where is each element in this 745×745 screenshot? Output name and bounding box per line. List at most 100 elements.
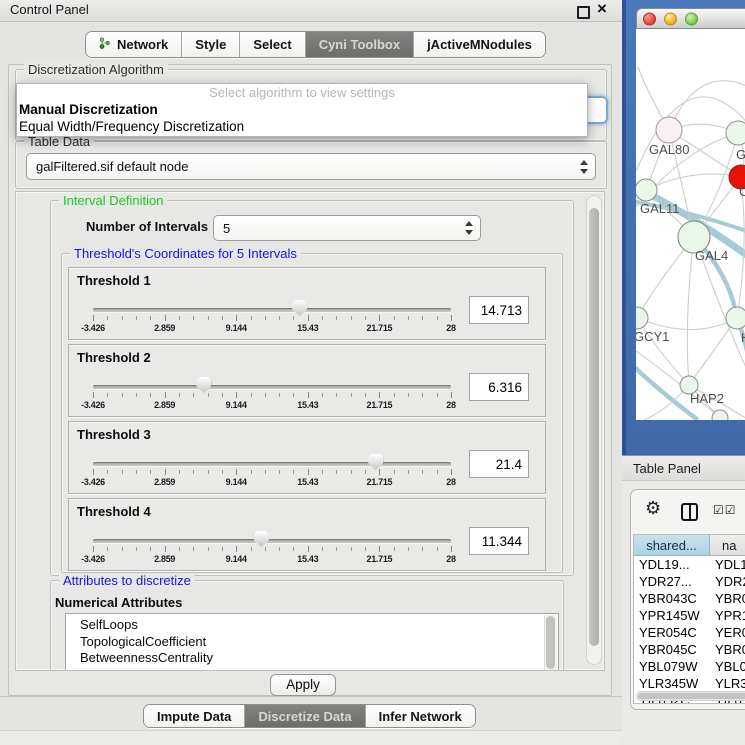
scrollbar-thumb[interactable]	[589, 208, 599, 646]
group-title: Discretization Algorithm	[24, 62, 168, 77]
network-node[interactable]	[656, 117, 682, 143]
network-node[interactable]	[726, 121, 745, 145]
tab-impute-data[interactable]: Impute Data	[144, 705, 244, 727]
number-of-intervals-combobox[interactable]: 5	[213, 215, 481, 241]
column-layout-icon[interactable]	[681, 503, 698, 521]
cell-shared-name[interactable]: YBL079W	[634, 659, 710, 674]
tab-style[interactable]: Style	[181, 32, 239, 57]
column-header-name[interactable]: na	[710, 535, 745, 555]
cell-shared-name[interactable]: YER054C	[634, 625, 710, 640]
control-panel-tabs: Network Style Select Cyni Toolbox jActiv…	[85, 31, 546, 58]
tab-select[interactable]: Select	[239, 32, 304, 57]
tick-mark	[179, 393, 180, 397]
table-row[interactable]: YDL19...YDL1	[634, 556, 745, 573]
cell-name[interactable]: YBR0	[710, 642, 745, 657]
tick-mark	[437, 470, 438, 474]
cell-shared-name[interactable]: YDL19...	[634, 557, 710, 572]
network-window-titlebar[interactable]	[636, 8, 745, 29]
minimize-traffic-light-icon[interactable]	[664, 12, 677, 25]
float-window-icon[interactable]	[577, 6, 590, 19]
table-row[interactable]: YBR043CYBR0	[634, 590, 745, 607]
cell-name[interactable]: YBL0	[710, 659, 745, 674]
cell-name[interactable]: YDR2	[710, 574, 745, 589]
tab-label: Discretize Data	[258, 709, 351, 724]
zoom-traffic-light-icon[interactable]	[685, 12, 698, 25]
attribute-list-item[interactable]: SelfLoops	[66, 617, 558, 634]
dropdown-option-equal-width[interactable]: Equal Width/Frequency Discretization	[17, 118, 587, 135]
cell-shared-name[interactable]: YDR27...	[634, 574, 710, 589]
cell-name[interactable]: YLR3	[710, 676, 745, 691]
scale-label: 28	[446, 323, 455, 333]
cell-shared-name[interactable]: YLR345W	[634, 676, 710, 691]
tick-mark	[136, 470, 137, 474]
tab-cyni-toolbox[interactable]: Cyni Toolbox	[305, 32, 413, 57]
slider-track[interactable]	[93, 539, 451, 543]
cell-name[interactable]: YBR0	[710, 591, 745, 606]
tick-mark	[322, 470, 323, 474]
tick-mark	[165, 469, 166, 475]
scrollbar-thumb[interactable]	[638, 693, 745, 699]
table-row[interactable]: YBL079WYBL0	[634, 658, 745, 675]
network-view-canvas[interactable]: GAL80GCGAL11GAL4GCY1HHAP2	[636, 29, 745, 420]
cell-name[interactable]: YDL1	[710, 557, 745, 572]
cell-name[interactable]: YER0	[710, 625, 745, 640]
network-node[interactable]	[726, 307, 745, 329]
close-traffic-light-icon[interactable]	[643, 12, 656, 25]
tab-discretize-data[interactable]: Discretize Data	[244, 705, 364, 727]
tab-infer-network[interactable]: Infer Network	[365, 705, 475, 727]
panel-scrollbar[interactable]	[586, 195, 602, 665]
apply-button[interactable]: Apply	[270, 674, 336, 696]
attribute-list-item[interactable]: BetweennessCentrality	[66, 650, 558, 667]
table-row[interactable]: YBR045CYBR0	[634, 641, 745, 658]
tick-mark	[322, 316, 323, 320]
table-row[interactable]: YLR345WYLR3	[634, 675, 745, 692]
list-scrollbar[interactable]	[544, 615, 557, 671]
tick-mark	[379, 392, 380, 398]
slider-handle[interactable]	[196, 377, 211, 393]
slider-track[interactable]	[93, 308, 451, 312]
network-window[interactable]: GAL80GCGAL11GAL4GCY1HHAP2	[622, 0, 745, 455]
tab-jactivemnodules[interactable]: jActiveMNodules	[413, 32, 545, 57]
scrollbar-thumb[interactable]	[546, 616, 555, 669]
close-icon[interactable]: ×	[597, 0, 607, 19]
scale-label: 28	[446, 400, 455, 410]
slider-ticks	[93, 469, 451, 476]
table-row[interactable]: YDR27...YDR2	[634, 573, 745, 590]
threshold-value-field[interactable]: 11.344	[469, 527, 529, 555]
tick-mark	[293, 547, 294, 551]
cell-shared-name[interactable]: YBR043C	[634, 591, 710, 606]
tab-network[interactable]: Network	[86, 32, 181, 57]
cell-shared-name[interactable]: YPR145W	[634, 608, 710, 623]
table-row[interactable]: YPR145WYPR1	[634, 607, 745, 624]
gear-icon[interactable]: ⚙	[645, 498, 661, 519]
checked-boxes-icon[interactable]: ☑☑	[713, 503, 737, 517]
slider-handle[interactable]	[254, 531, 269, 547]
network-node[interactable]	[636, 307, 648, 329]
slider-track[interactable]	[93, 385, 451, 389]
table-data-combobox[interactable]: galFiltered.sif default node	[26, 153, 596, 180]
dropdown-option-manual-discretization[interactable]: Manual Discretization	[17, 101, 587, 118]
tick-mark	[236, 546, 237, 552]
tick-mark	[293, 393, 294, 397]
slider-handle[interactable]	[368, 454, 383, 470]
tick-mark	[193, 393, 194, 397]
slider-track[interactable]	[93, 462, 451, 466]
tick-mark	[165, 315, 166, 321]
attribute-list-item[interactable]: TopologicalCoefficient	[66, 634, 558, 651]
table-horizontal-scrollbar[interactable]	[636, 691, 745, 701]
tick-mark	[365, 316, 366, 320]
network-graph[interactable]: GAL80GCGAL11GAL4GCY1HHAP2	[636, 29, 745, 420]
table-row[interactable]: YER054CYER0	[634, 624, 745, 641]
slider-handle[interactable]	[292, 300, 307, 316]
tick-mark	[308, 315, 309, 321]
cell-shared-name[interactable]: YBR045C	[634, 642, 710, 657]
tick-mark	[279, 470, 280, 474]
threshold-value-field[interactable]: 14.713	[469, 296, 529, 324]
node-label: C	[739, 184, 745, 199]
threshold-value-field[interactable]: 21.4	[469, 450, 529, 478]
column-header-shared-name[interactable]: shared...	[634, 535, 710, 555]
cell-name[interactable]: YPR1	[710, 608, 745, 623]
numerical-attributes-list[interactable]: SelfLoopsTopologicalCoefficientBetweenne…	[65, 613, 559, 671]
network-node[interactable]	[636, 179, 657, 201]
threshold-value-field[interactable]: 6.316	[469, 373, 529, 401]
